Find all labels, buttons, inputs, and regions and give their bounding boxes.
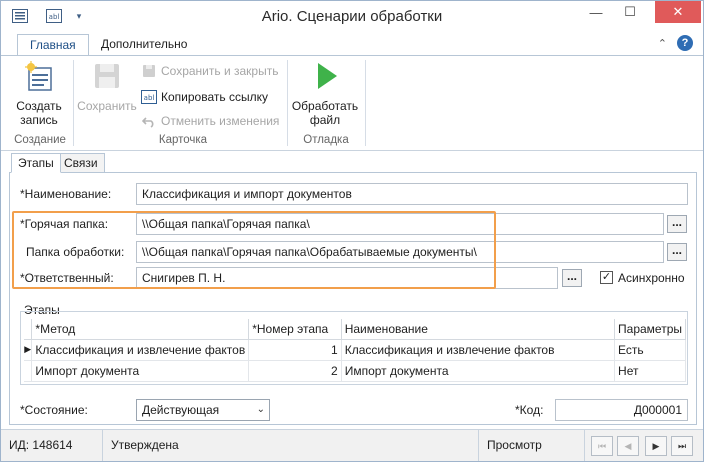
copy-link-icon: abl: [141, 89, 157, 105]
create-record-button[interactable]: Создать запись: [11, 60, 67, 127]
table-row[interactable]: ▶ Классификация и извлечение фактов 1 Кл…: [24, 339, 686, 361]
code-label: *Код:: [515, 403, 544, 417]
close-icon[interactable]: ✕: [655, 1, 701, 23]
help-icon[interactable]: ?: [677, 35, 693, 51]
cell-stage-number[interactable]: 1: [248, 339, 342, 361]
table-header-row: *Метод *Номер этапа Наименование Парамет…: [24, 319, 686, 340]
chevron-down-icon: ⌄: [256, 404, 265, 415]
save-button[interactable]: Сохранить: [77, 60, 137, 113]
process-file-label-1: Обработать: [291, 99, 359, 113]
state-label: *Состояние:: [20, 403, 88, 417]
collapse-ribbon-icon[interactable]: ⌃: [658, 37, 667, 50]
new-record-icon: [11, 60, 67, 95]
undo-icon: [141, 113, 157, 129]
play-icon: [289, 60, 361, 95]
row-indicator-header: [24, 319, 33, 340]
column-header-stage-number[interactable]: *Номер этапа: [248, 319, 342, 340]
cell-name[interactable]: Классификация и извлечение фактов: [341, 339, 616, 361]
next-record-icon[interactable]: ▶: [645, 436, 667, 456]
tab-main[interactable]: Главная: [17, 34, 89, 56]
record-status: Утверждена: [103, 430, 479, 461]
code-field[interactable]: Д000001: [555, 399, 688, 421]
save-close-icon: [141, 63, 157, 79]
tab-additional[interactable]: Дополнительно: [89, 34, 199, 56]
maximize-icon[interactable]: ☐: [615, 1, 645, 23]
previous-record-icon[interactable]: ◀: [617, 436, 639, 456]
copy-link-button[interactable]: abl Копировать ссылку: [141, 88, 268, 106]
highlight-frame: [12, 211, 496, 289]
async-checkbox[interactable]: ✓: [600, 271, 613, 284]
title-bar: abl ▾ Ario. Сценарии обработки — ☐ ✕: [1, 1, 703, 31]
create-record-label-1: Создать: [16, 99, 62, 113]
processing-folder-browse-button[interactable]: ...: [667, 243, 687, 261]
ribbon-separator: [73, 60, 74, 146]
ribbon-tab-bar: Главная Дополнительно ⌃ ?: [1, 31, 703, 56]
async-label: Асинхронно: [618, 271, 685, 285]
last-record-icon[interactable]: ⏭: [671, 436, 693, 456]
column-header-method[interactable]: *Метод: [31, 319, 250, 340]
tab-stages[interactable]: Этапы: [11, 153, 61, 173]
stages-panel: *Наименование: Классификация и импорт до…: [9, 172, 697, 425]
save-label: Сохранить: [77, 99, 137, 113]
save-and-close-button[interactable]: Сохранить и закрыть: [141, 62, 278, 80]
save-icon: [77, 60, 137, 95]
ribbon-separator: [365, 60, 366, 146]
column-header-parameters[interactable]: Параметры: [614, 319, 686, 340]
hot-folder-browse-button[interactable]: ...: [667, 215, 687, 233]
record-id: ИД: 148614: [1, 430, 103, 461]
first-record-icon[interactable]: ⏮: [591, 436, 613, 456]
minimize-icon[interactable]: —: [581, 1, 611, 23]
stages-legend: Этапы: [22, 303, 62, 317]
name-field[interactable]: Классификация и импорт документов: [136, 183, 688, 205]
state-select[interactable]: Действующая ⌄: [136, 399, 270, 421]
process-file-button[interactable]: Обработать файл: [289, 60, 361, 127]
application-window: abl ▾ Ario. Сценарии обработки — ☐ ✕ Гла…: [0, 0, 704, 462]
ribbon-separator: [287, 60, 288, 146]
ribbon: Создать запись Создание Сохранить Сохран…: [1, 55, 703, 151]
copy-link-label: Копировать ссылку: [161, 90, 268, 104]
state-value: Действующая: [142, 403, 220, 417]
current-row-icon: ▶: [24, 339, 33, 361]
svg-text:abl: abl: [144, 94, 155, 102]
name-label: *Наименование:: [20, 187, 112, 201]
group-label-card: Карточка: [158, 134, 208, 146]
create-record-label-2: запись: [20, 113, 58, 127]
cell-parameters[interactable]: Есть: [614, 339, 686, 361]
table-row[interactable]: Импорт документа 2 Импорт документа Нет: [24, 360, 686, 382]
undo-changes-label: Отменить изменения: [161, 114, 280, 128]
cell-stage-number[interactable]: 2: [248, 360, 342, 382]
save-and-close-label: Сохранить и закрыть: [161, 64, 279, 78]
cell-method[interactable]: Импорт документа: [31, 360, 250, 382]
cell-name[interactable]: Импорт документа: [341, 360, 616, 382]
view-mode: Просмотр: [479, 430, 585, 461]
tab-links[interactable]: Связи: [57, 153, 105, 173]
undo-changes-button[interactable]: Отменить изменения: [141, 112, 279, 130]
group-label-create: Создание: [14, 134, 66, 146]
group-label-debug: Отладка: [303, 134, 349, 146]
row-indicator: [24, 360, 33, 382]
process-file-label-2: файл: [309, 113, 341, 127]
responsible-browse-button[interactable]: ...: [562, 269, 582, 287]
cell-parameters[interactable]: Нет: [614, 360, 686, 382]
status-bar: ИД: 148614 Утверждена Просмотр ⏮ ◀ ▶ ⏭: [1, 429, 703, 461]
column-header-name[interactable]: Наименование: [341, 319, 616, 340]
cell-method[interactable]: Классификация и извлечение фактов: [31, 339, 250, 361]
stages-table: *Метод *Номер этапа Наименование Парамет…: [24, 319, 686, 382]
